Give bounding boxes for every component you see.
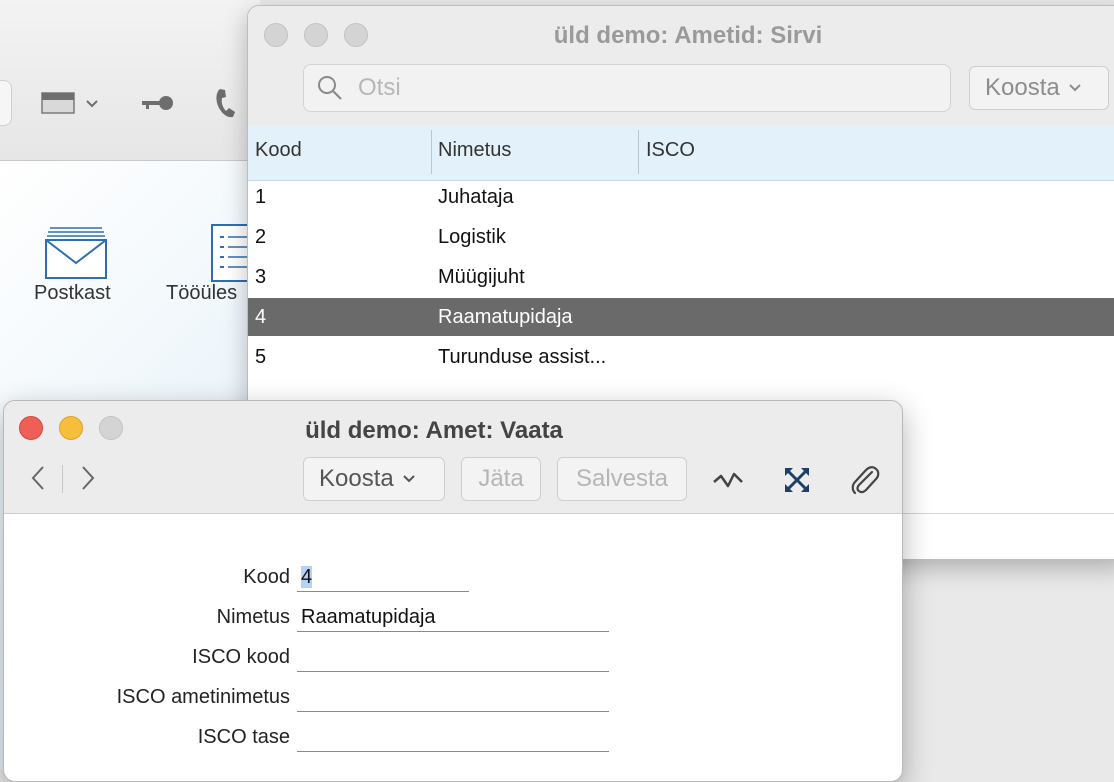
cell-kood: 2: [255, 226, 267, 248]
kood-label: Kood: [243, 566, 290, 588]
paperclip-icon: [851, 466, 880, 495]
attachment-button[interactable]: [848, 463, 882, 497]
isco-tase-label: ISCO tase: [197, 726, 290, 748]
cell-nimetus: Logistik: [438, 226, 506, 248]
cell-kood: 4: [255, 306, 267, 328]
chevron-down-icon: [403, 475, 415, 483]
table-row-selected[interactable]: 4 Raamatupidaja: [248, 298, 1114, 336]
isco-ametinimetus-label: ISCO ametinimetus: [116, 686, 290, 708]
key-icon: [142, 96, 173, 110]
phone-button[interactable]: [214, 86, 238, 120]
table-row[interactable]: 3 Müügijuht: [248, 258, 1114, 296]
record-titlebar: üld demo: Amet: Vaata Koosta Jäta Salves…: [4, 401, 902, 514]
close-button[interactable]: [19, 416, 43, 440]
activity-button[interactable]: [711, 463, 745, 497]
isco-kood-label: ISCO kood: [192, 646, 290, 668]
salvesta-button[interactable]: Salvesta: [557, 457, 687, 501]
column-divider[interactable]: [638, 130, 639, 174]
search-placeholder: Otsi: [358, 74, 401, 101]
expand-button[interactable]: [780, 463, 814, 497]
table-row[interactable]: 5 Turunduse assist...: [248, 338, 1114, 376]
minimize-button[interactable]: [304, 23, 328, 47]
main-toolbar: [0, 0, 260, 161]
previous-record-button[interactable]: [28, 463, 48, 493]
isco-kood-field[interactable]: [297, 642, 609, 672]
cell-nimetus: Juhataja: [438, 186, 514, 208]
cell-kood: 3: [255, 266, 267, 288]
zoom-button[interactable]: [99, 416, 123, 440]
chevron-down-icon: [1069, 84, 1081, 92]
table-row[interactable]: 2 Logistik: [248, 218, 1114, 256]
mailbox-label: Postkast: [34, 282, 111, 304]
browse-titlebar: üld demo: Ametid: Sirvi Otsi Koosta: [248, 6, 1114, 127]
nav-divider: [62, 465, 63, 493]
cell-kood: 1: [255, 186, 267, 208]
koosta-dropdown[interactable]: Koosta: [303, 457, 445, 501]
chevron-left-icon: [31, 466, 44, 490]
minimize-button[interactable]: [59, 416, 83, 440]
koosta-dropdown[interactable]: Koosta: [969, 66, 1109, 110]
column-divider[interactable]: [431, 130, 432, 174]
browse-window-title: üld demo: Ametid: Sirvi: [553, 22, 823, 49]
column-isco[interactable]: ISCO: [646, 126, 695, 180]
column-kood[interactable]: Kood: [255, 126, 302, 180]
record-window-title: üld demo: Amet: Vaata: [305, 417, 563, 444]
cell-kood: 5: [255, 346, 267, 368]
koosta-label: Koosta: [985, 74, 1060, 101]
cell-nimetus: Turunduse assist...: [438, 346, 607, 368]
key-button[interactable]: [140, 86, 176, 120]
chevron-right-icon: [82, 466, 95, 490]
zoom-button[interactable]: [344, 23, 368, 47]
next-record-button[interactable]: [78, 463, 98, 493]
nimetus-field[interactable]: Raamatupidaja: [297, 602, 609, 632]
cell-nimetus: Raamatupidaja: [438, 306, 573, 328]
table-row[interactable]: 1 Juhataja: [248, 178, 1114, 216]
main-search-field[interactable]: [0, 80, 12, 126]
activity-icon: [713, 472, 743, 488]
isco-tase-field[interactable]: [297, 722, 609, 752]
jata-button[interactable]: Jäta: [461, 457, 541, 501]
nimetus-label: Nimetus: [216, 606, 290, 628]
kood-field[interactable]: 4: [297, 562, 469, 592]
kood-value: 4: [301, 566, 313, 588]
expand-icon: [785, 468, 809, 492]
cell-nimetus: Müügijuht: [438, 266, 525, 288]
window-layout-icon: [41, 92, 98, 114]
phone-icon: [216, 89, 235, 118]
search-icon: [318, 76, 342, 100]
search-input[interactable]: Otsi: [303, 64, 951, 112]
column-header: Kood Nimetus ISCO: [248, 126, 1114, 181]
mailbox-icon[interactable]: [44, 225, 108, 286]
column-nimetus[interactable]: Nimetus: [438, 126, 511, 180]
isco-ametinimetus-field[interactable]: [297, 682, 609, 712]
close-button[interactable]: [264, 23, 288, 47]
window-layout-button[interactable]: [40, 86, 102, 120]
koosta-label: Koosta: [319, 465, 394, 492]
record-window: üld demo: Amet: Vaata Koosta Jäta Salves…: [3, 400, 903, 782]
task-list-label: Tööüles: [166, 282, 238, 304]
